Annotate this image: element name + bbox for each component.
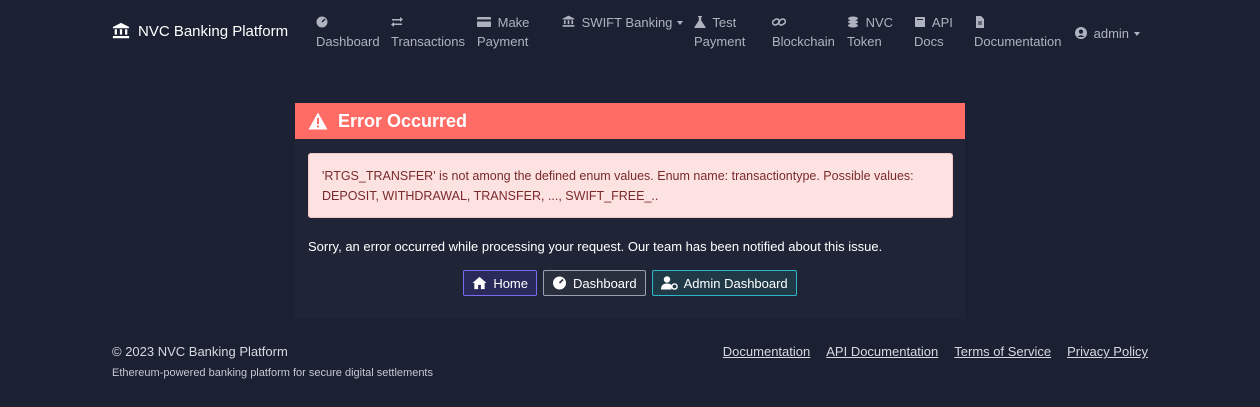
file-icon <box>976 16 984 28</box>
navbar: NVC Banking Platform Dashboard Transacti… <box>0 0 1260 62</box>
nav-dashboard[interactable]: Dashboard <box>316 13 380 51</box>
brand-name: NVC Banking Platform <box>138 22 289 40</box>
admin-dashboard-button[interactable]: Admin Dashboard <box>651 270 797 296</box>
credit-card-icon <box>477 17 491 27</box>
user-circle-icon <box>1075 27 1087 39</box>
footer-link-api-documentation[interactable]: API Documentation <box>826 344 938 359</box>
brand-link[interactable]: NVC Banking Platform <box>112 22 288 40</box>
nav-nvc-token-line1: NVC <box>865 15 894 30</box>
dashboard-button-label: Dashboard <box>573 275 637 291</box>
bank-icon <box>112 22 130 39</box>
footer-links: Documentation API Documentation Terms of… <box>723 344 1148 359</box>
nav-dashboard-label: Dashboard <box>316 34 380 49</box>
error-detail-alert: 'RTGS_TRANSFER' is not among the defined… <box>308 153 953 218</box>
nav-blockchain-label: Blockchain <box>772 34 835 49</box>
nav-transactions[interactable]: Transactions <box>391 13 465 51</box>
action-buttons: Home Dashboard Admin Dashboard <box>295 270 965 296</box>
coins-icon <box>848 16 858 28</box>
nav-test-payment[interactable]: Test Payment <box>694 13 745 51</box>
user-cog-icon <box>660 276 678 290</box>
nav-nvc-token[interactable]: NVC Token <box>847 13 893 51</box>
error-header: Error Occurred <box>295 103 965 139</box>
nav-user-label: admin <box>1093 26 1130 41</box>
footer-link-privacy[interactable]: Privacy Policy <box>1067 344 1148 359</box>
warning-icon <box>308 112 328 130</box>
home-button-label: Home <box>493 275 528 291</box>
nav-swift-banking-label: SWIFT Banking <box>581 15 673 30</box>
chevron-down-icon <box>1134 32 1141 36</box>
bank-icon <box>562 15 575 27</box>
book-icon <box>915 17 925 27</box>
link-icon <box>771 18 787 26</box>
chevron-down-icon <box>677 21 684 25</box>
home-icon <box>472 276 487 290</box>
nav-documentation-label: Documentation <box>974 34 1062 49</box>
footer-copyright: © 2023 NVC Banking Platform <box>112 344 288 359</box>
footer-tagline: Ethereum-powered banking platform for se… <box>112 367 433 379</box>
dashboard-button[interactable]: Dashboard <box>543 270 646 296</box>
footer-link-terms[interactable]: Terms of Service <box>954 344 1051 359</box>
nav-make-payment-line2: Payment <box>477 34 529 49</box>
flask-icon <box>694 16 706 28</box>
home-button[interactable]: Home <box>463 270 537 296</box>
admin-dashboard-button-label: Admin Dashboard <box>683 275 788 291</box>
nav-nvc-token-line2: Token <box>847 34 882 49</box>
nav-user-menu[interactable]: admin <box>1075 24 1141 43</box>
exchange-icon <box>391 17 403 27</box>
nav-swift-banking[interactable]: SWIFT Banking <box>562 13 684 32</box>
nav-api-docs-line2: Docs <box>914 34 944 49</box>
error-title: Error Occurred <box>338 110 468 131</box>
nav-test-payment-line1: Test <box>712 15 737 30</box>
error-message: Sorry, an error occurred while processin… <box>308 239 883 254</box>
nav-transactions-label: Transactions <box>391 34 465 49</box>
footer-link-documentation[interactable]: Documentation <box>723 344 810 359</box>
nav-blockchain[interactable]: Blockchain <box>771 13 835 51</box>
tachometer-icon <box>553 276 566 290</box>
error-detail-text: 'RTGS_TRANSFER' is not among the defined… <box>322 169 914 203</box>
nav-make-payment[interactable]: Make Payment <box>477 13 529 51</box>
tachometer-icon <box>316 16 328 28</box>
nav-documentation[interactable]: Documentation <box>974 13 1061 51</box>
error-card: Error Occurred 'RTGS_TRANSFER' is not am… <box>295 103 965 319</box>
nav-make-payment-line1: Make <box>497 15 530 30</box>
nav-api-docs[interactable]: API Docs <box>914 13 953 51</box>
nav-test-payment-line2: Payment <box>694 34 746 49</box>
nav-api-docs-line1: API <box>931 15 953 30</box>
